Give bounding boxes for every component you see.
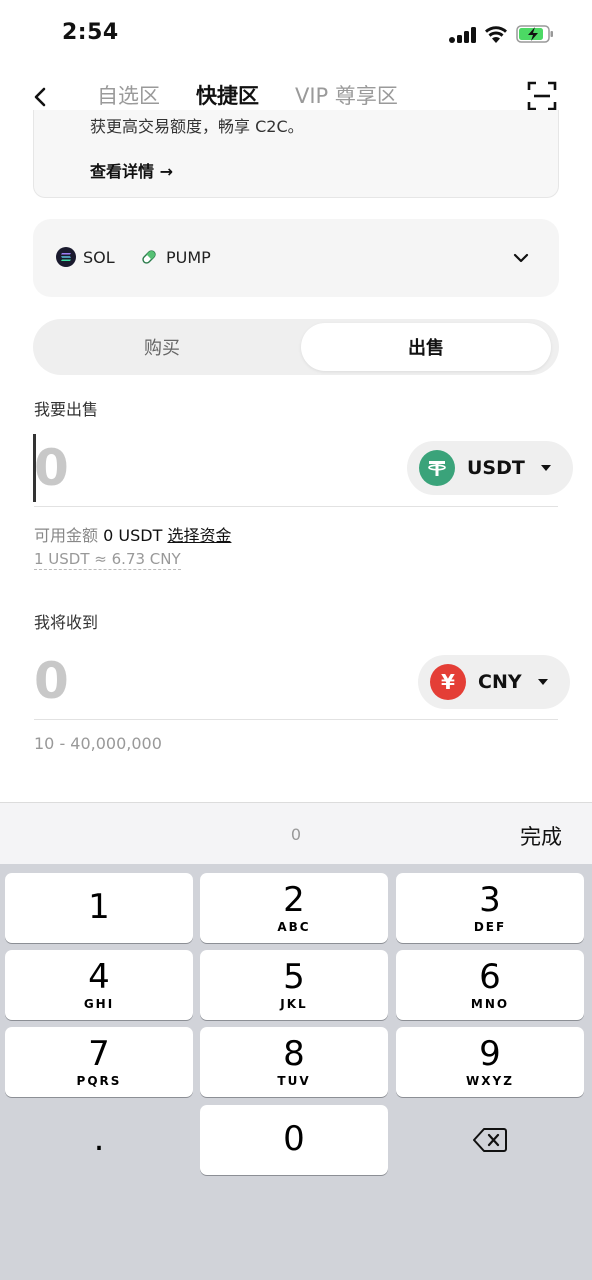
key-digit: .	[93, 1119, 105, 1159]
key-letters: PQRS	[76, 1074, 122, 1088]
key-7[interactable]: 7 PQRS	[5, 1027, 193, 1097]
key-letters: MNO	[470, 997, 510, 1011]
keyboard-toolbar: 0 完成	[0, 802, 592, 864]
caret-down-icon	[537, 679, 548, 685]
key-letters: TUV	[277, 1074, 311, 1088]
available-balance: 可用金额 0 USDT 选择资金	[34, 522, 231, 546]
key-6[interactable]: 6 MNO	[396, 950, 584, 1020]
key-8[interactable]: 8 TUV	[200, 1027, 388, 1097]
solana-icon	[56, 247, 76, 267]
numeric-keypad: 1 2 ABC 3 DEF 4 GHI 5 JKL 6 MNO 7 PQRS 8…	[0, 864, 592, 1280]
key-letters: ABC	[277, 920, 311, 934]
asset-chip-sol[interactable]: SOL	[56, 247, 115, 267]
yuan-icon: ¥	[430, 664, 466, 700]
key-letters: GHI	[83, 997, 115, 1011]
key-digit: 0	[283, 1119, 305, 1159]
pill-icon	[142, 250, 156, 264]
back-arrow-icon[interactable]	[26, 82, 56, 112]
divider	[34, 719, 558, 720]
key-5[interactable]: 5 JKL	[200, 950, 388, 1020]
buy-sell-toggle: 购买 出售	[33, 319, 559, 375]
asset-selector[interactable]: SOL PUMP	[33, 219, 559, 297]
cellular-signal-icon	[449, 27, 476, 43]
view-details-link[interactable]: 查看详情 →	[90, 158, 173, 182]
sell-amount-input[interactable]	[34, 433, 394, 503]
backspace-icon	[473, 1128, 507, 1152]
receive-range: 10 - 40,000,000	[34, 734, 162, 753]
key-digit: 2	[283, 880, 305, 920]
caret-down-icon	[540, 465, 551, 471]
key-backspace[interactable]	[396, 1105, 584, 1175]
divider	[34, 506, 558, 507]
asset-label: SOL	[83, 247, 115, 267]
key-digit: 5	[283, 957, 305, 997]
sell-amount-label: 我要出售	[34, 400, 99, 419]
select-funds-link[interactable]: 选择资金	[167, 526, 231, 545]
status-bar: 2:54	[0, 0, 592, 66]
sell-currency-label: USDT	[467, 457, 525, 479]
key-digit: 3	[479, 880, 501, 920]
battery-charging-icon	[516, 25, 553, 43]
key-digit: 7	[88, 1034, 110, 1074]
tether-icon	[419, 450, 455, 486]
buy-tab[interactable]: 购买	[37, 323, 287, 371]
key-0[interactable]: 0	[200, 1105, 388, 1175]
sell-tab[interactable]: 出售	[301, 323, 551, 371]
available-value: 0 USDT	[103, 526, 163, 545]
key-decimal[interactable]: .	[5, 1105, 193, 1175]
key-3[interactable]: 3 DEF	[396, 873, 584, 943]
asset-label: PUMP	[166, 247, 211, 267]
key-digit: 9	[479, 1034, 501, 1074]
key-letters: WXYZ	[466, 1074, 514, 1088]
key-letters: DEF	[473, 920, 507, 934]
receive-currency-selector[interactable]: ¥ CNY	[418, 655, 570, 709]
key-2[interactable]: 2 ABC	[200, 873, 388, 943]
key-4[interactable]: 4 GHI	[5, 950, 193, 1020]
scan-icon[interactable]	[526, 80, 558, 112]
promo-text: 获更高交易额度，畅享 C2C。	[90, 117, 304, 136]
sell-currency-selector[interactable]: USDT	[407, 441, 573, 495]
key-digit: 6	[479, 957, 501, 997]
key-digit: 4	[88, 957, 110, 997]
key-digit: 8	[283, 1034, 305, 1074]
keyboard-done-button[interactable]: 完成	[520, 821, 562, 851]
receive-amount-label: 我将收到	[34, 613, 99, 632]
chevron-down-icon[interactable]	[511, 248, 531, 268]
key-1[interactable]: 1	[5, 873, 193, 943]
exchange-rate[interactable]: 1 USDT ≈ 6.73 CNY	[34, 550, 181, 570]
asset-chip-pump[interactable]: PUMP	[139, 247, 211, 267]
promo-card: 获更高交易额度，畅享 C2C。 查看详情 →	[33, 110, 559, 198]
wifi-icon	[485, 26, 507, 43]
status-time: 2:54	[62, 20, 119, 45]
receive-amount-input[interactable]	[34, 646, 394, 716]
available-label: 可用金额	[34, 526, 99, 545]
keyboard-input-preview: 0	[290, 825, 302, 844]
key-digit: 1	[88, 887, 110, 927]
key-9[interactable]: 9 WXYZ	[396, 1027, 584, 1097]
receive-currency-label: CNY	[478, 671, 522, 693]
key-letters: JKL	[280, 997, 308, 1011]
text-cursor	[33, 434, 36, 502]
